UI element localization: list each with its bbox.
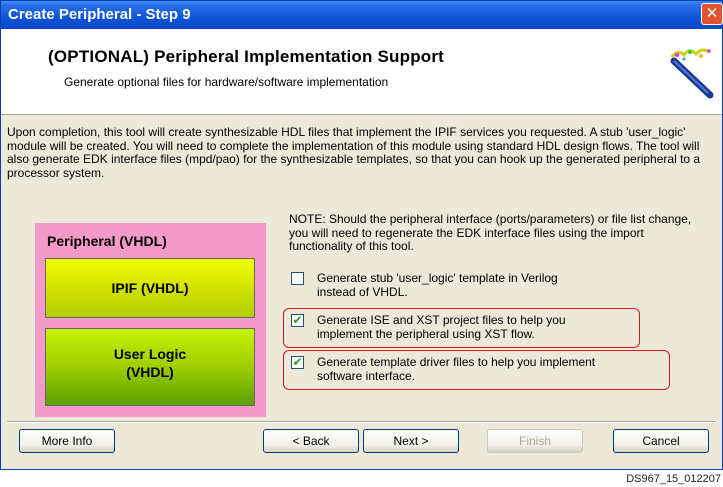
figure-code: DS967_15_012207 — [626, 473, 721, 485]
dialog-window: Create Peripheral - Step 9 ✕ (OPTIONAL) … — [0, 0, 723, 470]
user-logic-label-line2: (VHDL) — [126, 364, 174, 380]
window-title: Create Peripheral - Step 9 — [8, 6, 191, 23]
user-logic-label-line1: User Logic — [113, 346, 187, 362]
diagram-title: Peripheral (VHDL) — [47, 233, 167, 249]
button-separator — [7, 421, 716, 423]
cancel-button[interactable]: Cancel — [613, 429, 709, 453]
driver-files-label-line1: Generate template driver files to help y… — [317, 355, 596, 369]
wizard-header: (OPTIONAL) Peripheral Implementation Sup… — [1, 29, 722, 115]
page-subtitle: Generate optional files for hardware/sof… — [64, 75, 389, 89]
verilog-stub-checkbox[interactable] — [291, 272, 304, 285]
peripheral-diagram: Peripheral (VHDL) IPIF (VHDL) User Logic… — [35, 223, 266, 417]
ipif-label: IPIF (VHDL) — [111, 280, 189, 296]
note-text: NOTE: Should the peripheral interface (p… — [289, 212, 692, 254]
verilog-stub-label: Generate stub 'user_logic' template in V… — [317, 271, 677, 299]
driver-files-label-line2: software interface. — [317, 369, 416, 383]
description-text: Upon completion, this tool will create s… — [7, 125, 701, 180]
next-button[interactable]: Next > — [363, 429, 459, 453]
ise-xst-label: Generate ISE and XST project files to he… — [317, 313, 677, 341]
ise-xst-label-line1: Generate ISE and XST project files to he… — [317, 313, 566, 327]
driver-files-label: Generate template driver files to help y… — [317, 355, 677, 383]
ise-xst-label-line2: implement the peripheral using XST flow. — [317, 327, 535, 341]
ise-xst-checkbox[interactable]: ✔ — [291, 314, 304, 327]
finish-button[interactable]: Finish — [487, 429, 583, 453]
magic-wand-icon — [668, 47, 714, 99]
user-logic-block: User Logic (VHDL) — [45, 328, 255, 406]
title-bar[interactable]: Create Peripheral - Step 9 ✕ — [1, 1, 723, 29]
ipif-block: IPIF (VHDL) — [45, 258, 255, 318]
more-info-button[interactable]: More Info — [19, 429, 115, 453]
back-button[interactable]: < Back — [263, 429, 359, 453]
driver-files-checkbox[interactable]: ✔ — [291, 356, 304, 369]
close-button[interactable]: ✕ — [701, 3, 723, 25]
verilog-stub-label-line1: Generate stub 'user_logic' template in V… — [317, 271, 558, 285]
verilog-stub-label-line2: instead of VHDL. — [317, 285, 408, 299]
close-icon: ✕ — [705, 5, 719, 22]
page-title: (OPTIONAL) Peripheral Implementation Sup… — [48, 47, 445, 66]
